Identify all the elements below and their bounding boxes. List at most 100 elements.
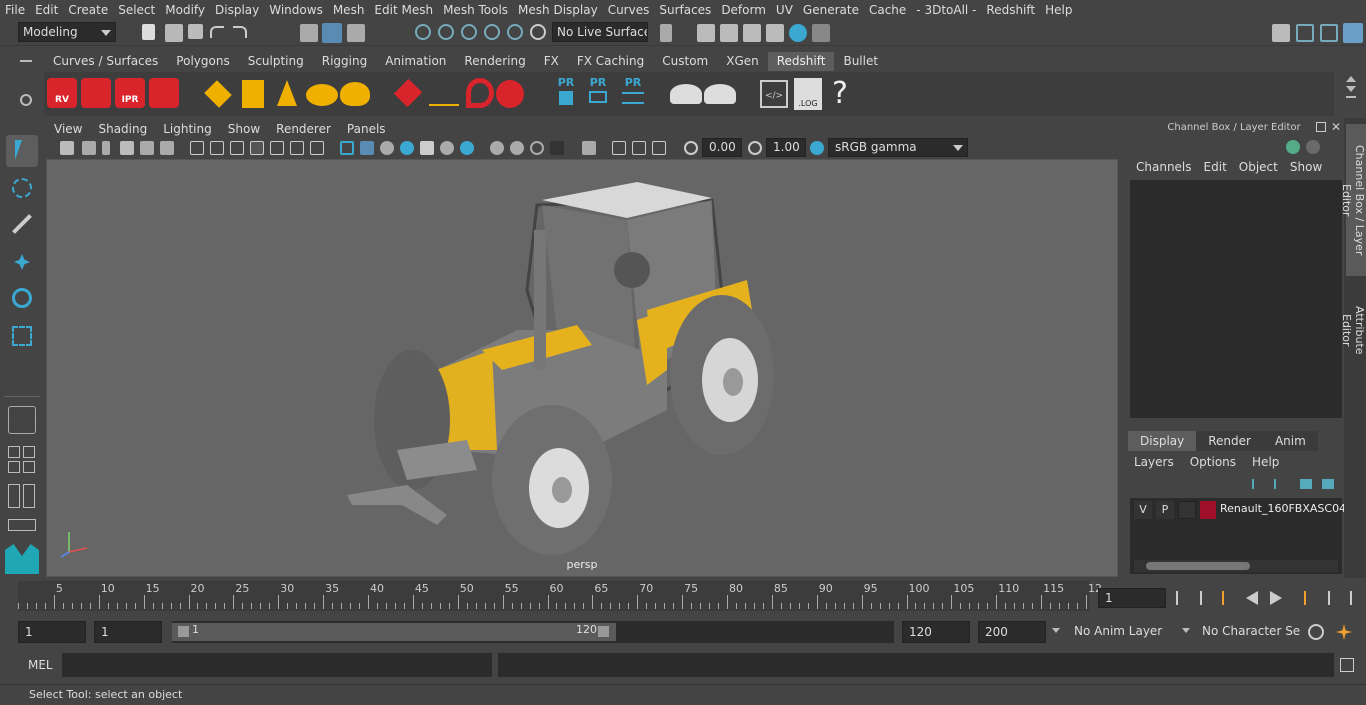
wireframe-icon[interactable] bbox=[340, 141, 354, 155]
construction-history-icon[interactable] bbox=[660, 24, 672, 42]
script-editor-icon[interactable] bbox=[1340, 658, 1354, 672]
play-forward-icon[interactable] bbox=[1270, 591, 1282, 605]
film-gate-icon[interactable] bbox=[210, 141, 224, 155]
menu-deform[interactable]: Deform bbox=[716, 3, 771, 17]
layer-menu-help[interactable]: Help bbox=[1252, 455, 1295, 469]
live-surface-field[interactable]: No Live Surface bbox=[552, 22, 648, 42]
tab-animation[interactable]: Animation bbox=[376, 52, 456, 71]
layer-tab-render[interactable]: Render bbox=[1196, 431, 1263, 451]
tab-curves-surfaces[interactable]: Curves / Surfaces bbox=[44, 52, 168, 71]
resolution-gate-icon[interactable] bbox=[230, 141, 244, 155]
layer-tab-anim[interactable]: Anim bbox=[1262, 431, 1318, 451]
range-slider-track[interactable]: 1 120 bbox=[172, 621, 894, 643]
command-language-label[interactable]: MEL bbox=[28, 658, 53, 672]
redshift-volume-icon[interactable] bbox=[466, 78, 494, 108]
scale-tool-icon[interactable] bbox=[6, 320, 38, 352]
multisample-aa-icon[interactable] bbox=[510, 141, 524, 155]
redo-icon[interactable] bbox=[233, 26, 247, 38]
start-time-field[interactable]: 1 bbox=[18, 621, 86, 643]
color-management-icon[interactable] bbox=[810, 141, 824, 155]
layout-single-icon[interactable] bbox=[8, 446, 20, 458]
camera-attributes-icon[interactable] bbox=[82, 141, 96, 155]
anim-layer-dropdown[interactable]: No Anim Layer bbox=[1068, 621, 1174, 643]
undo-icon[interactable] bbox=[210, 26, 224, 38]
channel-axis-icon[interactable] bbox=[1286, 140, 1300, 154]
current-frame-field[interactable]: 1 bbox=[1098, 588, 1166, 608]
tab-fx[interactable]: FX bbox=[534, 52, 568, 71]
snap-point-icon[interactable] bbox=[461, 24, 477, 40]
channel-box-menu-edit[interactable]: Edit bbox=[1198, 160, 1233, 174]
tab-custom[interactable]: Custom bbox=[653, 52, 718, 71]
play-backward-icon[interactable] bbox=[1246, 591, 1258, 605]
shelf-settings-icon[interactable] bbox=[20, 94, 32, 106]
render-settings-icon[interactable] bbox=[766, 24, 784, 42]
go-to-start-icon[interactable] bbox=[1176, 591, 1190, 605]
colorspace-dropdown[interactable]: sRGB gamma bbox=[828, 138, 968, 157]
motion-blur-icon[interactable] bbox=[490, 141, 504, 155]
channel-box-list[interactable] bbox=[1130, 180, 1342, 418]
select-hierarchy-icon[interactable] bbox=[300, 24, 318, 42]
step-forward-key-icon[interactable] bbox=[1292, 591, 1306, 605]
tab-bullet[interactable]: Bullet bbox=[834, 52, 888, 71]
redshift-help-icon[interactable]: ? bbox=[832, 76, 848, 111]
tab-redshift[interactable]: Redshift bbox=[767, 52, 835, 71]
camera-select-icon[interactable] bbox=[60, 141, 74, 155]
channel-box-menu-show[interactable]: Show bbox=[1284, 160, 1328, 174]
chevron-up-icon[interactable] bbox=[1346, 76, 1356, 82]
redshift-mesh-light-icon[interactable] bbox=[393, 78, 423, 108]
xray-icon[interactable] bbox=[582, 141, 596, 155]
redshift-log-icon[interactable]: .LOG bbox=[794, 78, 822, 110]
playback-end-field[interactable]: 120 bbox=[902, 621, 970, 643]
wireframe-on-shaded-icon[interactable] bbox=[380, 141, 394, 155]
layer-scrollbar[interactable] bbox=[1134, 560, 1338, 572]
redshift-render-view-icon[interactable]: RV bbox=[47, 78, 77, 108]
gate-mask-icon[interactable] bbox=[250, 141, 264, 155]
close-icon[interactable]: ✕ bbox=[1331, 120, 1341, 134]
grease-pencil-icon[interactable] bbox=[160, 141, 174, 155]
use-all-lights-icon[interactable] bbox=[420, 141, 434, 155]
go-to-end-icon[interactable] bbox=[1338, 591, 1352, 605]
menu-curves[interactable]: Curves bbox=[603, 3, 655, 17]
layer-menu-options[interactable]: Options bbox=[1190, 455, 1252, 469]
shadows-icon[interactable] bbox=[440, 141, 454, 155]
move-tool-icon[interactable] bbox=[6, 246, 38, 278]
menu-uv[interactable]: UV bbox=[771, 3, 798, 17]
outliner-layout-icon[interactable] bbox=[8, 484, 20, 508]
smooth-shade-icon[interactable] bbox=[360, 141, 374, 155]
shelf-list-icon[interactable] bbox=[1346, 96, 1356, 98]
graph-layout-icon[interactable] bbox=[23, 484, 35, 508]
hypershade-icon[interactable] bbox=[789, 24, 807, 42]
layer-tab-display[interactable]: Display bbox=[1128, 431, 1197, 451]
isolate-select-icon[interactable] bbox=[550, 141, 564, 155]
layer-color-swatch[interactable] bbox=[1200, 501, 1216, 519]
menu-mesh-display[interactable]: Mesh Display bbox=[513, 3, 603, 17]
redshift-hair-icon[interactable] bbox=[429, 82, 459, 106]
time-slider[interactable]: 5 10 15 20 25 30 35 40 45 50 55 60 65 70 75 80 85 90 95 100… bbox=[18, 581, 1102, 611]
mode-dropdown[interactable]: Modeling bbox=[18, 22, 116, 42]
range-slider-start-handle[interactable] bbox=[178, 626, 189, 637]
chevron-down-icon[interactable] bbox=[1052, 628, 1060, 633]
layer-display-type[interactable] bbox=[1178, 501, 1196, 519]
rotate-tool-icon[interactable] bbox=[6, 282, 38, 314]
xray-components-icon[interactable] bbox=[632, 141, 646, 155]
viewport-menu-view[interactable]: View bbox=[46, 122, 90, 136]
channel-lock-icon[interactable] bbox=[1306, 140, 1320, 154]
move-layer-down-icon[interactable] bbox=[1274, 479, 1286, 489]
tab-rigging[interactable]: Rigging bbox=[312, 52, 377, 71]
render-sequence-icon[interactable] bbox=[720, 24, 738, 42]
step-forward-frame-icon[interactable] bbox=[1316, 591, 1330, 605]
layer-playback-toggle[interactable]: P bbox=[1156, 501, 1174, 519]
command-input[interactable] bbox=[62, 653, 492, 677]
chevron-down-icon[interactable] bbox=[1346, 86, 1356, 92]
menu-mesh[interactable]: Mesh bbox=[328, 3, 370, 17]
backface-culling-icon[interactable] bbox=[652, 141, 666, 155]
channel-box-menu-channels[interactable]: Channels bbox=[1130, 160, 1198, 174]
exposure-field[interactable]: 0.00 bbox=[702, 138, 742, 157]
tractor-model[interactable] bbox=[47, 160, 1118, 577]
new-layer-selected-icon[interactable] bbox=[1322, 479, 1334, 489]
redshift-pr-swap-icon[interactable]: PR bbox=[620, 76, 646, 112]
layer-menu-layers[interactable]: Layers bbox=[1134, 455, 1190, 469]
field-chart-icon[interactable] bbox=[270, 141, 284, 155]
textured-icon[interactable] bbox=[400, 141, 414, 155]
playback-start-field[interactable]: 1 bbox=[94, 621, 162, 643]
